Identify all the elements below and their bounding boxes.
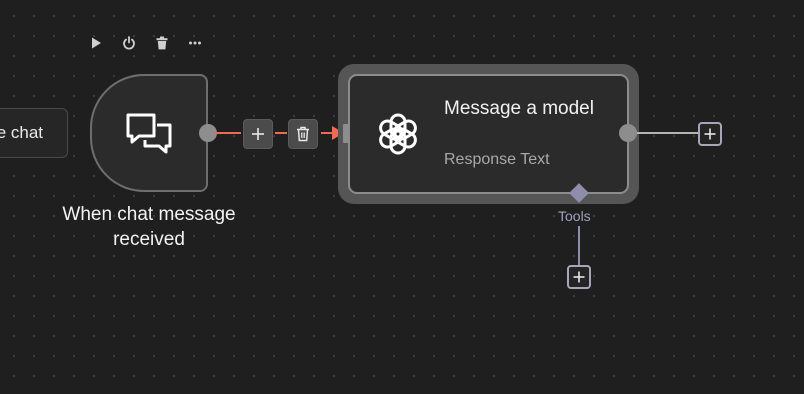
output-connector-line <box>637 132 699 134</box>
plus-icon <box>704 128 716 140</box>
more-icon <box>189 41 201 45</box>
model-node-subtitle: Response Text <box>444 151 550 168</box>
play-icon <box>92 37 101 49</box>
delete-node-button[interactable] <box>152 33 172 53</box>
deactivate-node-button[interactable] <box>119 33 139 53</box>
trash-icon <box>297 126 309 142</box>
add-next-node-button[interactable] <box>698 122 722 146</box>
connection-add-button[interactable] <box>243 119 273 149</box>
model-output-handle[interactable] <box>619 124 637 142</box>
connection-segment <box>275 132 287 134</box>
plus-icon <box>252 128 264 140</box>
trigger-node-label: When chat message received <box>62 204 236 250</box>
execute-node-button[interactable] <box>86 33 106 53</box>
connection-segment <box>215 132 241 134</box>
plus-icon <box>573 271 585 283</box>
openai-icon <box>379 113 417 155</box>
chat-trigger-node[interactable] <box>90 74 208 192</box>
partial-node[interactable]: e chat <box>0 108 68 158</box>
more-options-button[interactable] <box>185 33 205 53</box>
node-toolbar <box>86 33 205 53</box>
model-node-title: Message a model <box>444 98 594 119</box>
trash-icon <box>156 36 168 50</box>
partial-node-label: e chat <box>0 123 43 142</box>
connection-delete-button[interactable] <box>288 119 318 149</box>
tools-connector-line <box>578 226 580 266</box>
chat-bubbles-icon <box>126 113 172 154</box>
power-icon <box>123 36 135 50</box>
tools-label: Tools <box>558 208 591 224</box>
add-tool-button[interactable] <box>567 265 591 289</box>
